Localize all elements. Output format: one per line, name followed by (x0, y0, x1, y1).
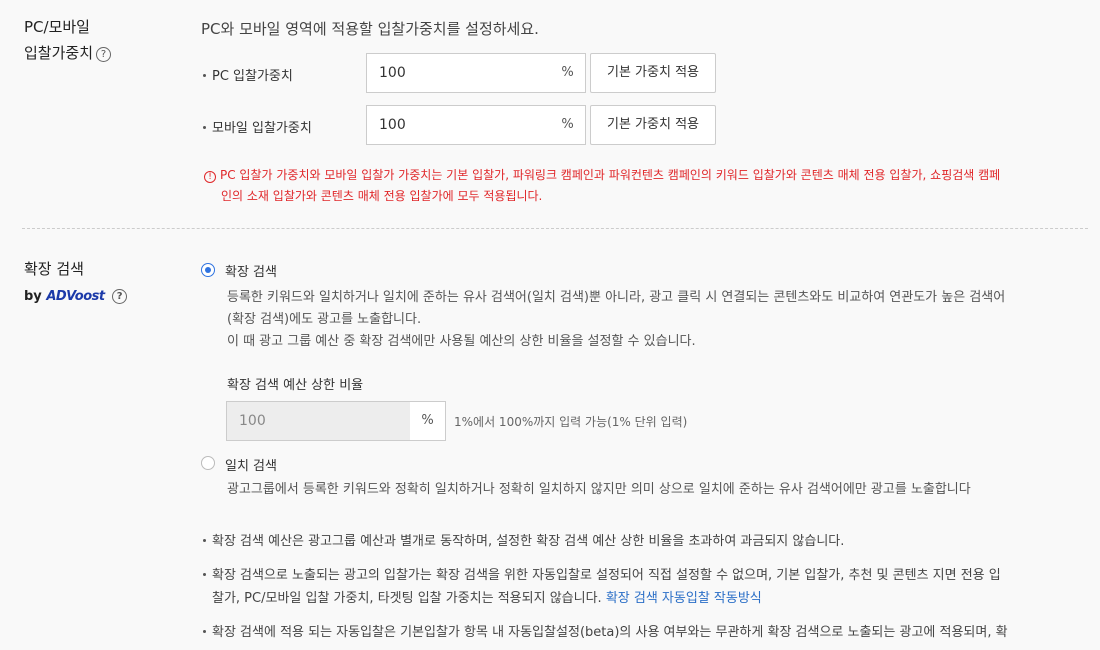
warning-icon: ! (204, 171, 216, 183)
expand-search-description: 등록한 키워드와 일치하거나 일치에 준하는 유사 검색어(일치 검색)뿐 아니… (227, 290, 1006, 349)
expand-search-option-label[interactable]: 확장 검색 (225, 261, 277, 280)
pc-weight-label: PC 입찰가중치 (203, 65, 293, 84)
budget-ratio-label: 확장 검색 예산 상한 비율 (227, 378, 364, 393)
expand-search-radio[interactable] (201, 263, 215, 277)
pc-weight-unit: % (550, 53, 586, 93)
exact-search-description: 광고그룹에서 등록한 키워드와 정확히 일치하거나 정확히 일치하지 않지만 의… (227, 482, 971, 497)
help-icon[interactable]: ? (112, 289, 128, 304)
expand-search-title: 확장 검색 (24, 260, 84, 278)
budget-ratio-unit: % (410, 401, 446, 441)
note-item: 확장 검색 예산은 광고그룹 예산과 별개로 동작하며, 설정한 확장 검색 예… (203, 530, 1088, 553)
note-item: 확장 검색에 적용 되는 자동입찰은 기본입찰가 항목 내 자동입찰설정(bet… (203, 621, 1088, 644)
budget-ratio-input[interactable]: 100 (226, 401, 411, 441)
note-item: 확장 검색으로 노출되는 광고의 입찰가는 확장 검색을 위한 자동입찰로 설정… (203, 564, 1088, 610)
mobile-weight-input[interactable]: 100 (366, 105, 551, 145)
mobile-weight-label: 모바일 입찰가중치 (203, 117, 312, 136)
pc-mobile-title-line1: PC/모바일 (24, 18, 90, 36)
advoost-logo: by ADVoost ? (24, 289, 128, 304)
pc-mobile-description: PC와 모바일 영역에 적용할 입찰가중치를 설정하세요. (201, 20, 539, 38)
help-icon[interactable]: ? (96, 47, 112, 62)
budget-ratio-hint: 1%에서 100%까지 입력 가능(1% 단위 입력) (454, 415, 688, 429)
pc-mobile-title: PC/모바일 입찰가중치? (24, 14, 112, 66)
pc-mobile-title-line2: 입찰가중치 (24, 44, 94, 62)
auto-bid-link[interactable]: 확장 검색 자동입찰 작동방식 (606, 591, 762, 606)
pc-weight-input[interactable]: 100 (366, 53, 551, 93)
mobile-weight-unit: % (550, 105, 586, 145)
bullet-icon (203, 126, 206, 129)
bullet-icon (203, 74, 206, 77)
exact-search-option-label[interactable]: 일치 검색 (225, 455, 277, 474)
section-divider (22, 228, 1088, 229)
mobile-apply-default-button[interactable]: 기본 가중치 적용 (590, 105, 716, 145)
exact-search-radio[interactable] (201, 456, 215, 470)
pc-apply-default-button[interactable]: 기본 가중치 적용 (590, 53, 716, 93)
weight-warning: ! PC 입찰가 가중치와 모바일 입찰가 가중치는 기본 입찰가, 파워링크 캠… (204, 165, 1084, 207)
